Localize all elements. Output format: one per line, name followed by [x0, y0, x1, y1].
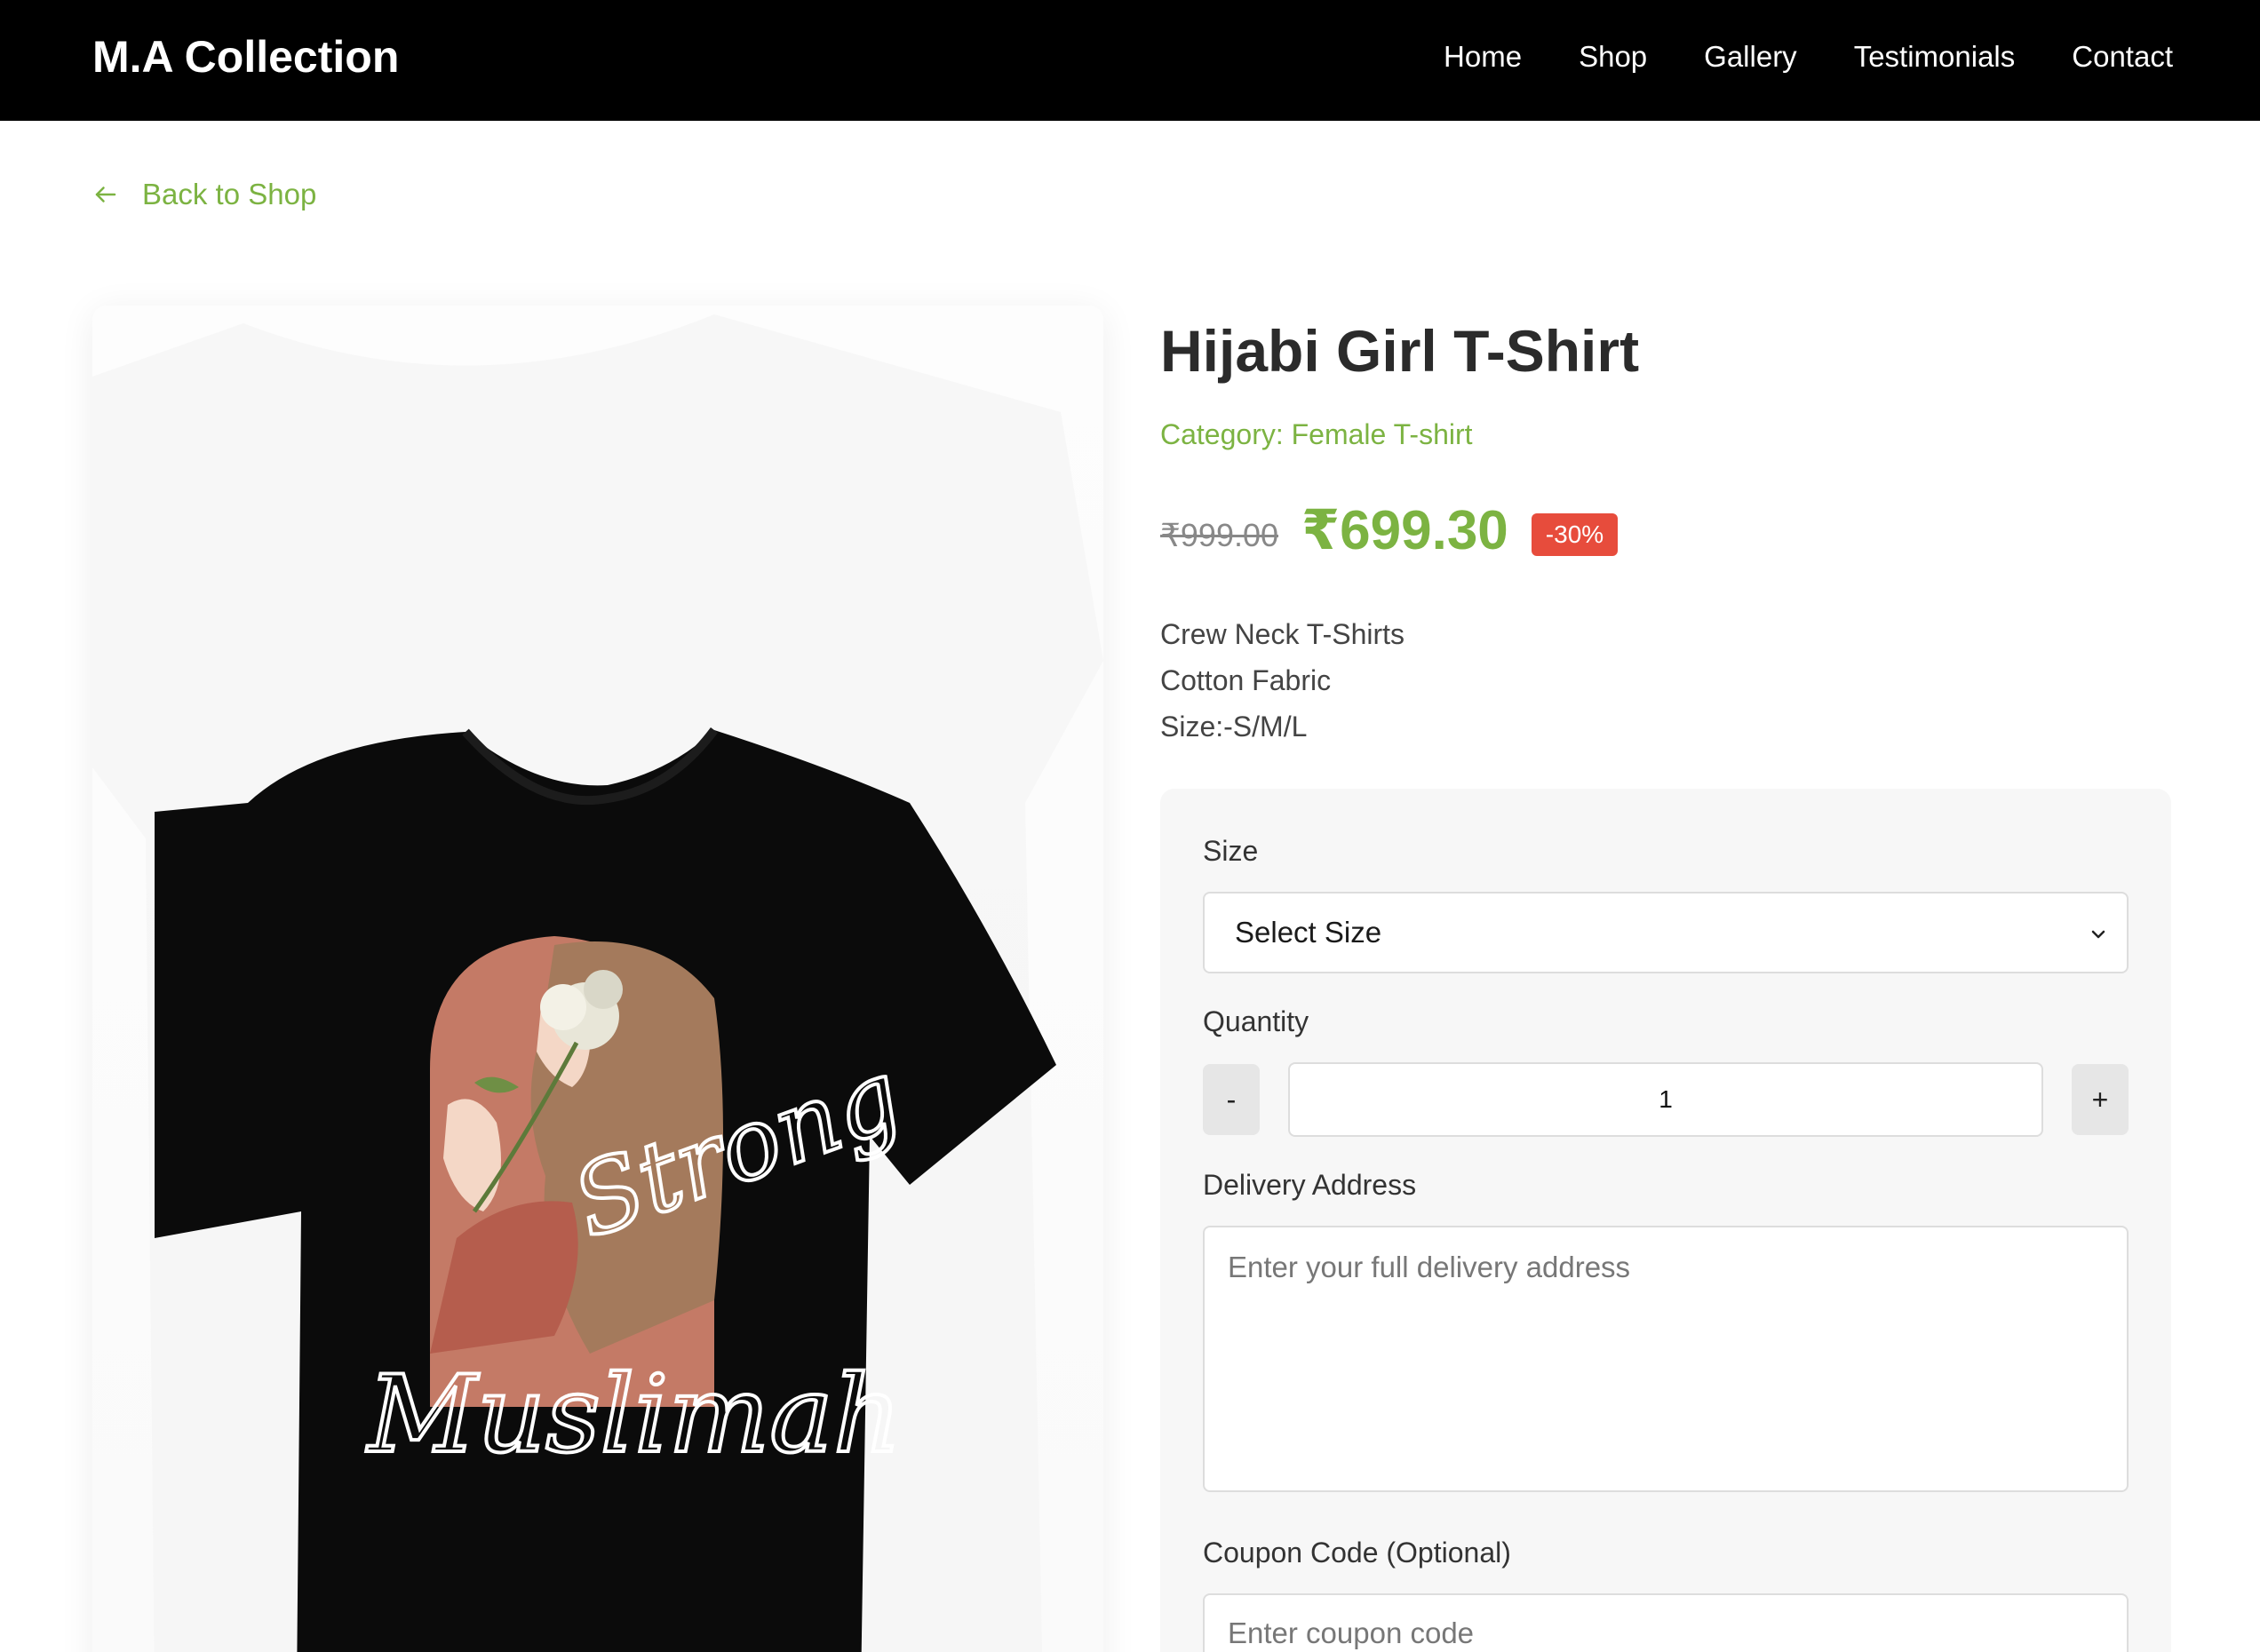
- product-title: Hijabi Girl T-Shirt: [1160, 318, 1640, 384]
- product-image: Strong Muslimah: [92, 306, 1103, 1652]
- description-line: Cotton Fabric: [1160, 664, 1332, 696]
- delivery-address-textarea[interactable]: Enter your full delivery address: [1203, 1226, 2129, 1492]
- top-navbar: M.A Collection Home Shop Gallery Testimo…: [0, 0, 2260, 121]
- product-description: Crew Neck T-Shirts Cotton Fabric Size:-S…: [1160, 611, 1405, 750]
- coupon-input[interactable]: Enter coupon code: [1203, 1593, 2129, 1652]
- quantity-input[interactable]: 1: [1288, 1062, 2043, 1137]
- image-text-muslimah: Muslimah: [366, 1354, 902, 1477]
- size-label: Size: [1203, 835, 1259, 867]
- main-nav: Home Shop Gallery Testimonials Contact: [1444, 36, 2173, 78]
- nav-contact[interactable]: Contact: [2072, 36, 2173, 78]
- delivery-address-label: Delivery Address: [1203, 1169, 1417, 1201]
- original-price: ₹999.00: [1160, 516, 1279, 553]
- quantity-decrease-button[interactable]: -: [1203, 1064, 1260, 1135]
- description-line: Crew Neck T-Shirts: [1160, 618, 1405, 650]
- brand-logo[interactable]: M.A Collection: [92, 30, 399, 83]
- chevron-down-icon: [2091, 930, 2105, 939]
- price-row: ₹999.00 ₹699.30 -30%: [1160, 497, 1619, 562]
- description-line: Size:-S/M/L: [1160, 711, 1308, 743]
- quantity-increase-button[interactable]: +: [2072, 1064, 2129, 1135]
- back-link-label: Back to Shop: [142, 178, 317, 210]
- product-category: Category: Female T-shirt: [1160, 418, 1473, 450]
- nav-gallery[interactable]: Gallery: [1704, 36, 1797, 78]
- back-to-shop-link[interactable]: Back to Shop: [92, 178, 316, 211]
- nav-shop[interactable]: Shop: [1579, 36, 1647, 78]
- coupon-label: Coupon Code (Optional): [1203, 1537, 1511, 1569]
- discount-badge: -30%: [1531, 512, 1619, 556]
- nav-home[interactable]: Home: [1444, 36, 1522, 78]
- nav-testimonials[interactable]: Testimonials: [1854, 36, 2016, 78]
- size-select-value: Select Size: [1235, 916, 1382, 949]
- order-form: Size Select Size Quantity - 1 + Delivery…: [1160, 789, 2171, 1652]
- size-select[interactable]: Select Size: [1203, 892, 2129, 973]
- sale-price: ₹699.30: [1301, 500, 1508, 561]
- arrow-left-icon: [95, 187, 116, 203]
- quantity-label: Quantity: [1203, 1005, 1309, 1037]
